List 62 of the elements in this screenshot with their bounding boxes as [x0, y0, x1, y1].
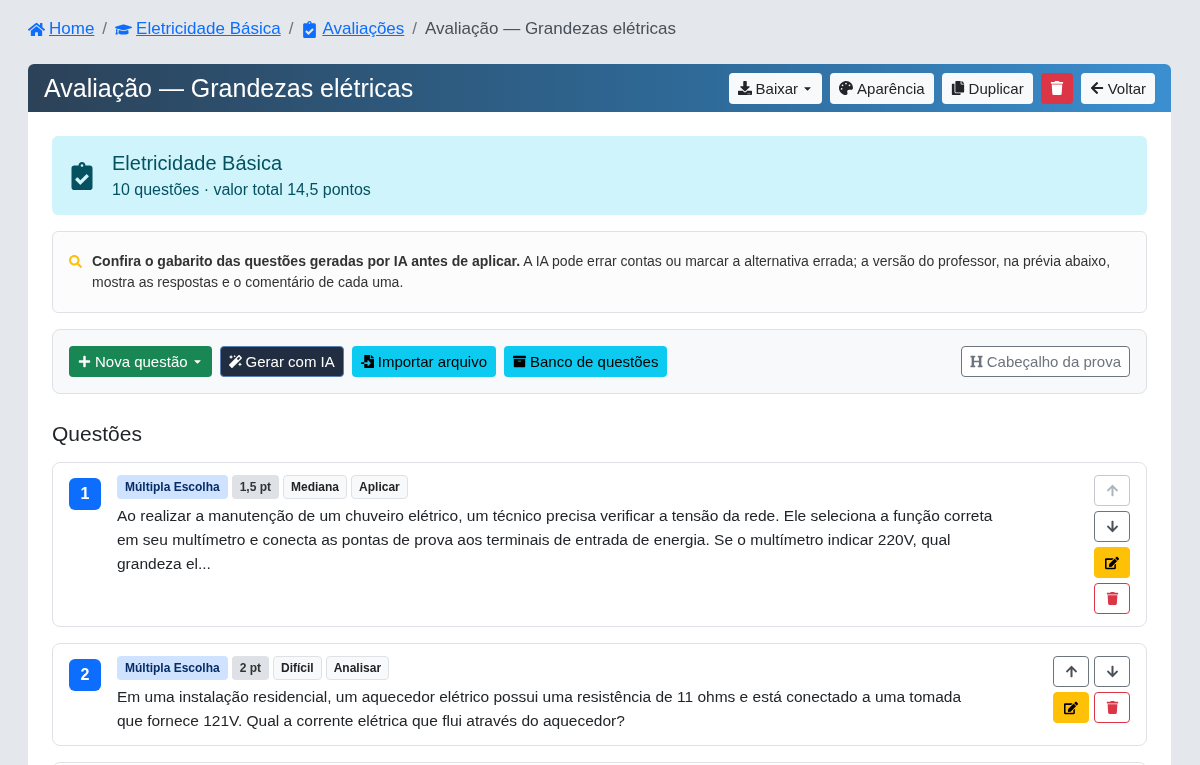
clipboard-check-icon	[301, 20, 319, 38]
breadcrumb-current: Avaliação — Grandezas elétricas	[425, 19, 677, 39]
toolbar-button[interactable]: Importar arquivo	[351, 346, 496, 377]
arrow-up-icon	[1064, 665, 1078, 678]
palette-icon	[839, 81, 854, 95]
arrow-left-icon	[1089, 81, 1104, 95]
heading-icon	[969, 355, 983, 368]
header-button[interactable]: Voltar	[1080, 72, 1155, 104]
header-button[interactable]: Duplicar	[941, 72, 1033, 104]
breadcrumb-link[interactable]: Avaliações	[301, 19, 405, 39]
edit-icon	[1064, 700, 1078, 715]
breadcrumb-separator: /	[102, 19, 108, 39]
arrow-up-icon	[1105, 484, 1119, 497]
toolbar-button[interactable]: Cabeçalho da prova	[960, 346, 1130, 377]
type-badge: Múltipla Escolha	[117, 475, 228, 499]
question-number: 2	[69, 659, 101, 691]
edit-icon	[1105, 555, 1119, 570]
breadcrumb-separator: /	[412, 19, 418, 39]
toolbar-button[interactable]: Banco de questões	[504, 346, 668, 377]
toolbar-button[interactable]: Nova questão	[69, 346, 212, 377]
move-up-button[interactable]	[1053, 656, 1089, 687]
trash-icon	[1105, 592, 1119, 605]
notice-text: Confira o gabarito das questões geradas por IA antes de aplicar. A IA pode errar contas ou marcar a alternativa errada; a versão do professor, na prévia abaixo, mostra as respostas e o comentário de cada uma.	[92, 252, 1112, 292]
plus-icon	[78, 355, 91, 368]
trash-icon	[1105, 701, 1119, 714]
question-text: Em uma instalação residencial, um aquecedor elétrico possui uma resistência de 11 ohms e está conectado a uma tomada que fornece 121V. Qual a corrente elétrica que flui através do aquecedor?	[117, 687, 963, 731]
points-badge: 1,5 pt	[231, 475, 280, 499]
breadcrumb-link[interactable]: Eletricidade Básica	[115, 19, 281, 39]
delete-button[interactable]	[1094, 692, 1130, 723]
question-text: Ao realizar a manutenção de um chuveiro elétrico, um técnico precisa verificar a tensão da rede. Ele seleciona a função correta em seu multímetro e conecta as pontas de prova aos terminais de entrada de energia. Se o multímetro indicar 220V, qual grandeza el...	[117, 506, 994, 574]
delete-button[interactable]	[1094, 583, 1130, 614]
summary-subtitle: 10 questões · valor total 14,5 pontos	[112, 181, 371, 199]
home-icon	[28, 20, 45, 38]
file-import-icon	[360, 355, 374, 368]
delete-button[interactable]	[1040, 72, 1073, 104]
move-down-button[interactable]	[1094, 656, 1130, 687]
page-title: Avaliação — Grandezas elétricas	[44, 73, 414, 103]
breadcrumb-separator: /	[288, 19, 294, 39]
breadcrumb-link[interactable]: Home	[28, 19, 95, 39]
magic-wand-icon	[228, 355, 242, 368]
trash-icon	[1049, 81, 1064, 95]
type-badge: Múltipla Escolha	[117, 656, 228, 680]
skill-badge: Analisar	[325, 656, 390, 680]
header-button[interactable]: Aparência	[830, 72, 934, 104]
section-title: Questões	[52, 422, 143, 446]
skill-badge: Aplicar	[351, 475, 408, 499]
arrow-down-icon	[1105, 665, 1119, 678]
archive-icon	[513, 355, 526, 368]
search-icon	[69, 255, 82, 268]
difficulty-badge: Mediana	[283, 475, 348, 499]
question-number: 1	[69, 478, 101, 510]
arrow-down-icon	[1105, 520, 1119, 533]
header-button[interactable]: Baixar	[728, 72, 823, 104]
download-icon	[737, 81, 752, 95]
summary-title: Eletricidade Básica	[112, 152, 284, 175]
copy-icon	[950, 81, 965, 95]
move-down-button[interactable]	[1094, 511, 1130, 542]
points-badge: 2 pt	[231, 656, 270, 680]
edit-button[interactable]	[1053, 692, 1089, 723]
difficulty-badge: Difícil	[273, 656, 322, 680]
toolbar-button[interactable]: Gerar com IA	[219, 346, 344, 377]
edit-button[interactable]	[1094, 547, 1130, 578]
